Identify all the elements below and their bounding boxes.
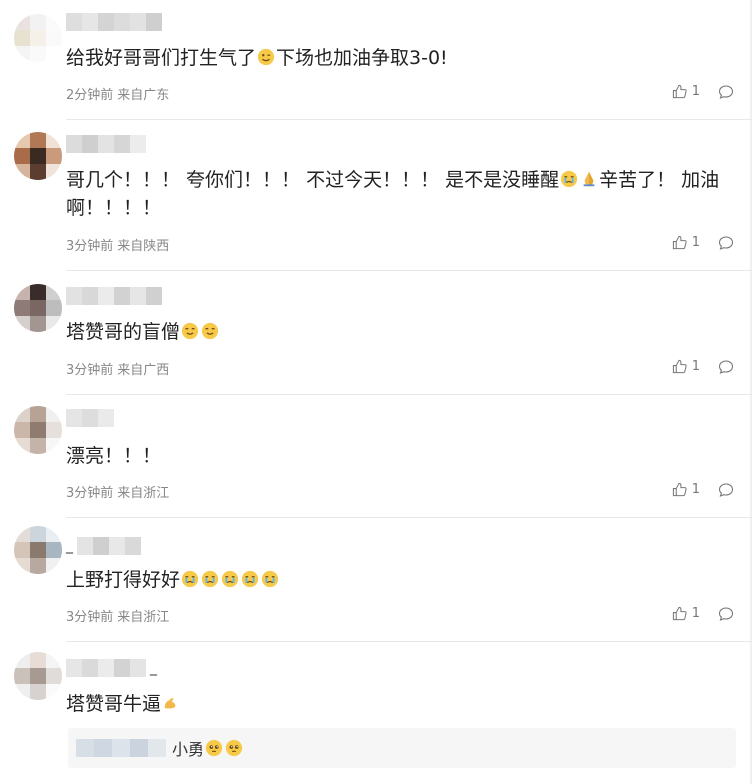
username[interactable]: _ [66,658,157,678]
comment-location: 来自浙江 [117,486,170,501]
comment-location: 来自陕西 [117,239,170,254]
blurred-username [66,135,146,153]
reply-icon[interactable] [718,359,734,375]
reply-icon[interactable] [718,84,734,100]
comment-meta: 3分钟前 来自广西 [66,359,173,378]
emoji-cry-icon [201,570,219,588]
comment-time: 3分钟前 [66,239,114,254]
avatar[interactable] [14,132,62,180]
blurred-username [66,13,162,31]
comment-time: 2分钟前 [66,88,114,103]
comment-text: 给我好哥哥们打生气了 下场也加油争取3-0! [66,47,448,69]
emoji-grin-icon [181,322,199,340]
comment-time: 3分钟前 [66,363,114,378]
username[interactable]: _ [66,536,141,556]
username[interactable] [66,12,162,32]
emoji-cry-icon [241,570,259,588]
emoji-cry-icon [561,170,578,188]
comment-text: 上野打得好好 [66,566,728,594]
username[interactable] [66,408,114,428]
avatar[interactable] [14,284,62,332]
blurred-username [66,287,162,305]
reply-icon[interactable] [718,235,734,251]
reply-icon[interactable] [718,606,734,622]
emoji-pleading-icon [205,739,223,757]
comment-text: 哥几个！！！ 夸你们！！！ 不过今天！！！ 是不是没睡醒 辛苦了！ 加油啊！！！！ [66,169,720,219]
thumbs-up-icon [672,235,687,250]
comment-meta: 3分钟前 来自浙江 [66,482,173,501]
username[interactable] [66,134,146,154]
like-count: 1 [691,359,700,374]
divider [66,270,752,271]
like-count: 1 [691,235,700,250]
divider [66,119,752,120]
thumbs-up-icon [672,359,687,374]
emoji-muscle-icon [164,698,176,709]
emoji-cry-icon [221,570,239,588]
sub-reply[interactable]: 小勇 [68,728,736,768]
comment-location: 来自广东 [117,88,170,103]
emoji-pleading-icon [225,739,243,757]
comment-meta: 3分钟前 来自浙江 [66,606,173,625]
comment-time: 3分钟前 [66,610,114,625]
thumbs-up-icon [672,606,687,621]
thumbs-up-icon [672,482,687,497]
comment-location: 来自浙江 [117,610,170,625]
like-button[interactable]: 1 [672,84,700,99]
reply-icon[interactable] [718,482,734,498]
avatar[interactable] [14,14,62,62]
comment-meta: 2分钟前 来自广东 [66,84,173,103]
emoji-cry-icon [261,570,279,588]
comment-text: 漂亮！！！ [66,445,162,467]
like-count: 1 [691,606,700,621]
like-count: 1 [691,482,700,497]
emoji-grin-icon [201,322,219,340]
emoji-pray-icon [583,171,595,187]
blurred-username [66,659,146,677]
divider [66,394,752,395]
comment-location: 来自广西 [117,363,170,378]
blurred-username [77,537,141,555]
avatar[interactable] [14,652,62,700]
avatar[interactable] [14,526,62,574]
like-count: 1 [691,84,700,99]
like-button[interactable]: 1 [672,482,700,497]
emoji-wink-icon [257,48,275,66]
like-button[interactable]: 1 [672,606,700,621]
comment-meta: 3分钟前 来自陕西 [66,235,173,254]
thumbs-up-icon [672,84,687,99]
like-button[interactable]: 1 [672,235,700,250]
sub-reply-text: 小勇 [172,740,205,759]
comment-text: 塔赞哥的盲僧 [66,318,728,346]
comment-text: 塔赞哥牛逼 [66,690,728,718]
blurred-username [76,739,166,757]
like-button[interactable]: 1 [672,359,700,374]
divider [66,641,752,642]
divider [66,517,752,518]
comment-time: 3分钟前 [66,486,114,501]
emoji-cry-icon [181,570,199,588]
blurred-username [66,409,114,427]
username[interactable] [66,286,162,306]
avatar[interactable] [14,406,62,454]
